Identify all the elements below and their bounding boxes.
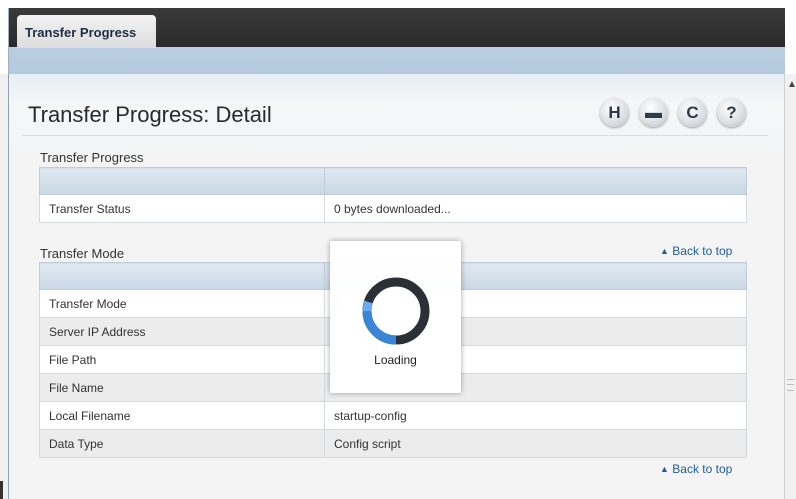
tab-bar: Transfer Progress <box>8 8 785 74</box>
row-key: Data Type <box>39 429 325 458</box>
page-title: Transfer Progress: Detail <box>28 102 272 127</box>
scroll-up-arrow-icon[interactable]: ▲ <box>787 80 796 90</box>
row-key: Transfer Mode <box>39 289 325 318</box>
tab-transfer-progress[interactable]: Transfer Progress <box>17 15 156 48</box>
left-edge <box>0 74 8 499</box>
loading-label: Loading <box>374 353 417 367</box>
help-icon[interactable]: ? <box>717 98 746 127</box>
loading-spinner-icon <box>362 277 430 345</box>
row-value: 0 bytes downloaded... <box>324 194 747 223</box>
back-to-top-label: Back to top <box>672 462 733 476</box>
row-key: File Name <box>39 373 325 402</box>
header-cell <box>324 167 747 195</box>
up-triangle-icon: ▲ <box>660 464 669 474</box>
header-cell <box>39 167 325 195</box>
toolbar: H ▬ C ? <box>600 98 746 127</box>
back-to-top-link-bottom[interactable]: ▲ Back to top <box>660 462 732 476</box>
back-to-top-link[interactable]: ▲ Back to top <box>660 244 732 258</box>
refresh-glyph: C <box>686 102 699 122</box>
row-key: Server IP Address <box>39 317 325 346</box>
title-divider <box>22 135 768 136</box>
print-glyph: ▬ <box>645 102 662 122</box>
save-icon[interactable]: H <box>600 98 629 127</box>
table-row: Local Filename startup-config <box>39 401 747 430</box>
refresh-icon[interactable]: C <box>678 98 707 127</box>
row-value: startup-config <box>324 401 747 430</box>
table-row: Transfer Status 0 bytes downloaded... <box>39 194 747 223</box>
row-key: Transfer Status <box>39 194 325 223</box>
section-label-transfer-progress: Transfer Progress <box>40 150 144 165</box>
table-row: Data Type Config script <box>39 429 747 458</box>
up-triangle-icon: ▲ <box>660 246 669 256</box>
header-cell <box>39 262 325 290</box>
loading-overlay: Loading <box>330 241 461 393</box>
app-window: Transfer Progress ▲ Transfer Progress: D… <box>0 0 796 499</box>
help-glyph: ? <box>726 102 737 122</box>
row-key: Local Filename <box>39 401 325 430</box>
section-label-transfer-mode: Transfer Mode <box>40 246 125 261</box>
scroll-grip[interactable] <box>787 379 794 391</box>
back-to-top-label: Back to top <box>672 244 733 258</box>
save-glyph: H <box>608 102 621 122</box>
table-header-row <box>39 167 747 195</box>
row-key: File Path <box>39 345 325 374</box>
vertical-scrollbar[interactable]: ▲ <box>784 74 796 499</box>
transfer-progress-table: Transfer Status 0 bytes downloaded... <box>39 167 747 223</box>
print-icon[interactable]: ▬ <box>639 98 668 127</box>
row-value: Config script <box>324 429 747 458</box>
